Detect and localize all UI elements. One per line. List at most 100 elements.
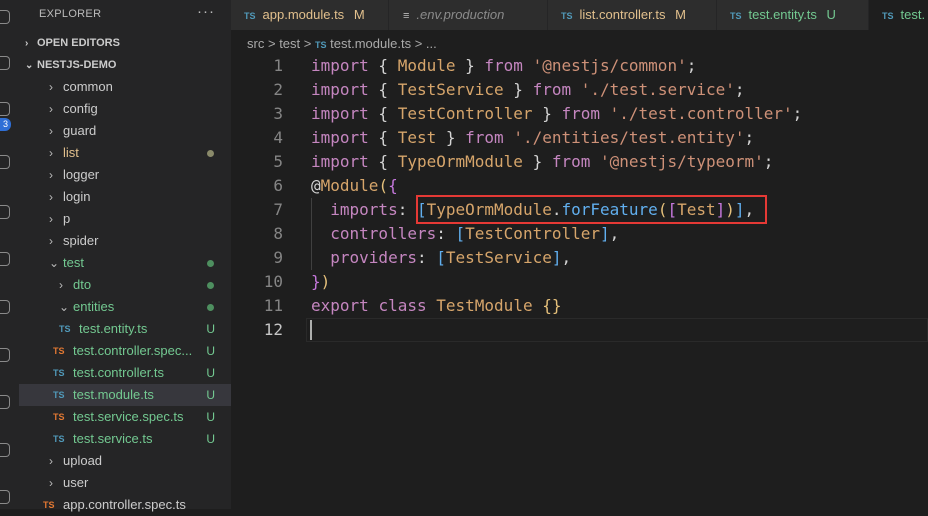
tree-item-label: test: [63, 255, 84, 270]
tree-file[interactable]: TS test.service.spec.ts U: [19, 406, 231, 428]
tree-item-label: test.module.ts: [73, 387, 154, 402]
tree-file[interactable]: TS app.controller.spec.ts: [19, 494, 231, 516]
tab-label: test.entity.ts: [748, 7, 817, 22]
tab-test-entity[interactable]: TS test.entity.ts U: [717, 0, 869, 30]
code-line[interactable]: import { TestController } from './test.c…: [311, 102, 802, 126]
test-icon[interactable]: [0, 348, 10, 362]
tree-file[interactable]: TS test.service.ts U: [19, 428, 231, 450]
chevron-right-icon: ›: [59, 278, 63, 292]
explorer-title: EXPLORER: [39, 8, 102, 20]
settings-icon[interactable]: [0, 490, 10, 504]
tree-item-label: logger: [63, 167, 100, 182]
code-line[interactable]: export class TestModule {}: [311, 294, 561, 318]
tree-item-label: entities: [73, 299, 115, 314]
code-line[interactable]: import { TypeOrmModule } from '@nestjs/t…: [311, 150, 773, 174]
tab-list-controller[interactable]: TS list.controller.ts M: [548, 0, 717, 30]
chevron-right-icon: ›: [49, 80, 53, 94]
breadcrumb-separator: >: [267, 36, 276, 51]
typescript-file-icon: TS: [730, 11, 742, 21]
tree-folder[interactable]: ⌄ test: [19, 252, 231, 274]
breadcrumb-separator: >: [414, 36, 423, 51]
git-status-dot: [207, 260, 214, 267]
git-status-untracked: U: [206, 410, 215, 424]
tree-folder[interactable]: › common: [19, 76, 231, 98]
tree-folder[interactable]: › logger: [19, 164, 231, 186]
search-icon[interactable]: [0, 56, 10, 70]
chevron-right-icon: ›: [49, 168, 53, 182]
tree-item-label: login: [63, 189, 91, 204]
tab-status: U: [826, 7, 836, 22]
source-control-badge: 3: [0, 118, 11, 131]
tree-folder[interactable]: › guard: [19, 120, 231, 142]
chevron-down-icon: ⌄: [25, 60, 34, 71]
database-icon[interactable]: [0, 395, 10, 409]
code-line[interactable]: import { Module } from '@nestjs/common';: [311, 54, 696, 78]
tree-folder[interactable]: › config: [19, 98, 231, 120]
chevron-right-icon: ›: [49, 102, 53, 116]
breadcrumb-separator: >: [303, 36, 312, 51]
code-line[interactable]: }): [311, 270, 330, 294]
tab-env-production[interactable]: ≡ .env.production: [389, 0, 548, 30]
open-editors-label: OPEN EDITORS: [37, 37, 120, 49]
git-status-dot: [207, 150, 214, 157]
code-editor[interactable]: 1 2 3 4 5 6 7 8 9 10 11 12 import { Modu…: [231, 54, 928, 509]
git-status-untracked: U: [206, 366, 215, 380]
code-line[interactable]: import { Test } from './entities/test.en…: [311, 126, 754, 150]
tree-folder[interactable]: › spider: [19, 230, 231, 252]
line-number: 5: [273, 152, 283, 171]
code-line[interactable]: import { TestService } from './test.serv…: [311, 78, 745, 102]
docker-icon[interactable]: [0, 300, 10, 314]
project-section[interactable]: ⌄ NESTJS-DEMO: [19, 54, 231, 76]
line-number: 8: [273, 224, 283, 243]
tree-folder[interactable]: › p: [19, 208, 231, 230]
code-line[interactable]: @Module({: [311, 174, 398, 198]
source-control-icon[interactable]: [0, 102, 10, 116]
typescript-file-icon: TS: [882, 11, 894, 21]
tree-folder[interactable]: › user: [19, 472, 231, 494]
tree-folder[interactable]: › dto: [19, 274, 231, 296]
tree-file[interactable]: TS test.controller.ts U: [19, 362, 231, 384]
tree-file[interactable]: TS test.entity.ts U: [19, 318, 231, 340]
settings-file-icon: ≡: [403, 10, 410, 22]
files-icon[interactable]: [0, 10, 10, 24]
tree-folder[interactable]: › list: [19, 142, 231, 164]
tree-folder[interactable]: › upload: [19, 450, 231, 472]
git-status-untracked: U: [206, 344, 215, 358]
text-cursor: [310, 320, 312, 340]
tree-file[interactable]: TS test.controller.spec... U: [19, 340, 231, 362]
line-number-current: 12: [263, 320, 283, 339]
git-status-untracked: U: [206, 432, 215, 446]
tab-test-module-active[interactable]: TS test.: [869, 0, 928, 30]
chevron-down-icon: ⌄: [59, 300, 70, 314]
typescript-file-icon: TS: [53, 346, 65, 356]
tab-label: .env.production: [416, 7, 505, 22]
activity-bar: 3: [0, 0, 19, 509]
remote-icon[interactable]: [0, 252, 10, 266]
typescript-file-icon: TS: [561, 11, 573, 21]
line-number: 7: [273, 200, 283, 219]
extensions-icon[interactable]: [0, 205, 10, 219]
line-number: 2: [273, 80, 283, 99]
tree-folder[interactable]: › login: [19, 186, 231, 208]
tree-item-label: p: [63, 211, 71, 226]
breadcrumb-folder[interactable]: test: [279, 36, 300, 51]
tab-app-module[interactable]: TS app.module.ts M: [231, 0, 389, 30]
breadcrumb-src[interactable]: src: [247, 36, 264, 51]
tab-status: M: [675, 7, 686, 22]
run-debug-icon[interactable]: [0, 155, 10, 169]
code-line[interactable]: providers: [TestService],: [311, 246, 571, 270]
breadcrumb-file[interactable]: test.module.ts: [330, 36, 411, 51]
more-actions-icon[interactable]: ···: [197, 3, 215, 20]
code-line[interactable]: controllers: [TestController],: [311, 222, 619, 246]
annotation-highlight-box: [416, 195, 767, 224]
tree-file[interactable]: TS test.module.ts U: [19, 384, 231, 406]
tree-item-label: upload: [63, 453, 103, 468]
line-number: 9: [273, 248, 283, 267]
chevron-right-icon: ›: [49, 476, 53, 490]
accounts-icon[interactable]: [0, 443, 10, 457]
open-editors-section[interactable]: › OPEN EDITORS: [19, 32, 231, 54]
tree-folder[interactable]: ⌄ entities: [19, 296, 231, 318]
breadcrumb-more[interactable]: ...: [426, 36, 437, 51]
line-number: 6: [273, 176, 283, 195]
git-status-dot: [207, 304, 214, 311]
